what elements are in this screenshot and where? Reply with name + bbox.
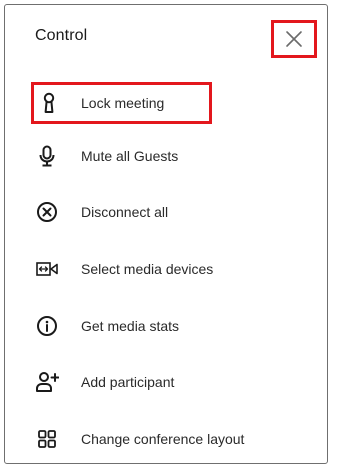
circle-x-icon (35, 200, 59, 224)
menu-item-get-media-stats[interactable]: Get media stats (35, 306, 179, 346)
control-panel: Control Lock meeting Mute all Guests Dis… (4, 4, 328, 464)
menu-item-change-conference-layout[interactable]: Change conference layout (35, 419, 244, 459)
close-button[interactable] (271, 20, 317, 58)
grid-layout-icon (35, 427, 59, 451)
menu-item-label: Change conference layout (81, 431, 245, 447)
menu-item-add-participant[interactable]: Add participant (35, 362, 174, 402)
media-devices-icon (35, 257, 59, 281)
menu-item-disconnect-all[interactable]: Disconnect all (35, 192, 168, 232)
menu-item-label: Add participant (81, 374, 175, 390)
menu-item-label: Lock meeting (81, 95, 165, 111)
menu-item-mute-all-guests[interactable]: Mute all Guests (35, 136, 178, 176)
microphone-icon (35, 144, 59, 168)
panel-title: Control (35, 27, 88, 44)
menu-item-select-media-devices[interactable]: Select media devices (35, 249, 213, 289)
menu-item-label: Get media stats (81, 318, 180, 334)
menu-item-lock-meeting[interactable]: Lock meeting (31, 82, 212, 124)
keyhole-icon (37, 91, 61, 115)
info-icon (35, 314, 59, 338)
close-icon (286, 31, 302, 47)
menu-item-label: Disconnect all (81, 204, 169, 220)
menu-item-label: Select media devices (81, 261, 214, 277)
add-person-icon (35, 370, 59, 394)
menu-item-label: Mute all Guests (81, 148, 179, 164)
